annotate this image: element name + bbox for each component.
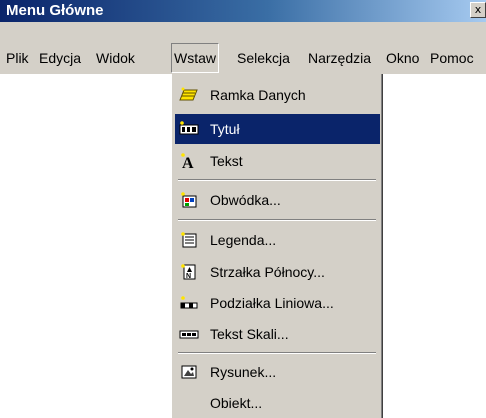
data-frame-icon	[179, 87, 198, 101]
menu-bar: Plik Edycja Widok Wstaw Selekcja Narzędz…	[0, 22, 486, 74]
menu-selekcja[interactable]: Selekcja	[235, 44, 292, 72]
title-bar: Menu Główne x	[0, 0, 486, 22]
menu-okno[interactable]: Okno	[384, 44, 421, 72]
menu-item-obwodka[interactable]: Obwódka...	[175, 185, 380, 215]
menu-pomoc[interactable]: Pomoc	[428, 44, 476, 72]
menu-item-tekst[interactable]: A Tekst	[175, 146, 380, 176]
text-icon: A	[181, 153, 194, 169]
scale-bar-icon	[180, 296, 198, 309]
menu-item-obiekt[interactable]: Obiekt...	[175, 388, 380, 418]
menu-separator	[178, 219, 376, 221]
menu-item-tekst-skali[interactable]: Tekst Skali...	[175, 319, 380, 349]
menu-item-rysunek[interactable]: Rysunek...	[175, 357, 380, 387]
menu-plik[interactable]: Plik	[4, 44, 31, 72]
wstaw-dropdown-menu: Ramka Danych Tytuł A Tekst Obwódka... Le…	[171, 74, 383, 418]
menu-item-strzalka-polnocy[interactable]: N Strzałka Północy...	[175, 257, 380, 287]
menu-widok[interactable]: Widok	[94, 44, 137, 72]
menu-wstaw[interactable]: Wstaw	[171, 43, 219, 73]
menu-item-tytul[interactable]: Tytuł	[175, 114, 380, 144]
menu-separator	[178, 352, 376, 354]
menu-item-podzialka-liniowa[interactable]: Podziałka Liniowa...	[175, 288, 380, 318]
svg-text:A: A	[182, 155, 194, 169]
menu-separator	[178, 179, 376, 181]
menu-edycja[interactable]: Edycja	[37, 44, 83, 72]
menu-item-legenda[interactable]: Legenda...	[175, 225, 380, 255]
legend-icon	[181, 232, 197, 248]
svg-text:N: N	[186, 273, 191, 280]
menu-narzedzia[interactable]: Narzędzia	[306, 44, 373, 72]
menu-item-ramka-danych[interactable]: Ramka Danych	[175, 80, 380, 110]
close-button[interactable]: x	[470, 2, 486, 18]
title-icon	[179, 121, 199, 135]
picture-icon	[181, 365, 197, 379]
border-icon	[181, 192, 197, 208]
window-title: Menu Główne	[6, 2, 104, 19]
north-arrow-icon: N	[181, 264, 196, 280]
scale-text-icon	[179, 330, 199, 339]
